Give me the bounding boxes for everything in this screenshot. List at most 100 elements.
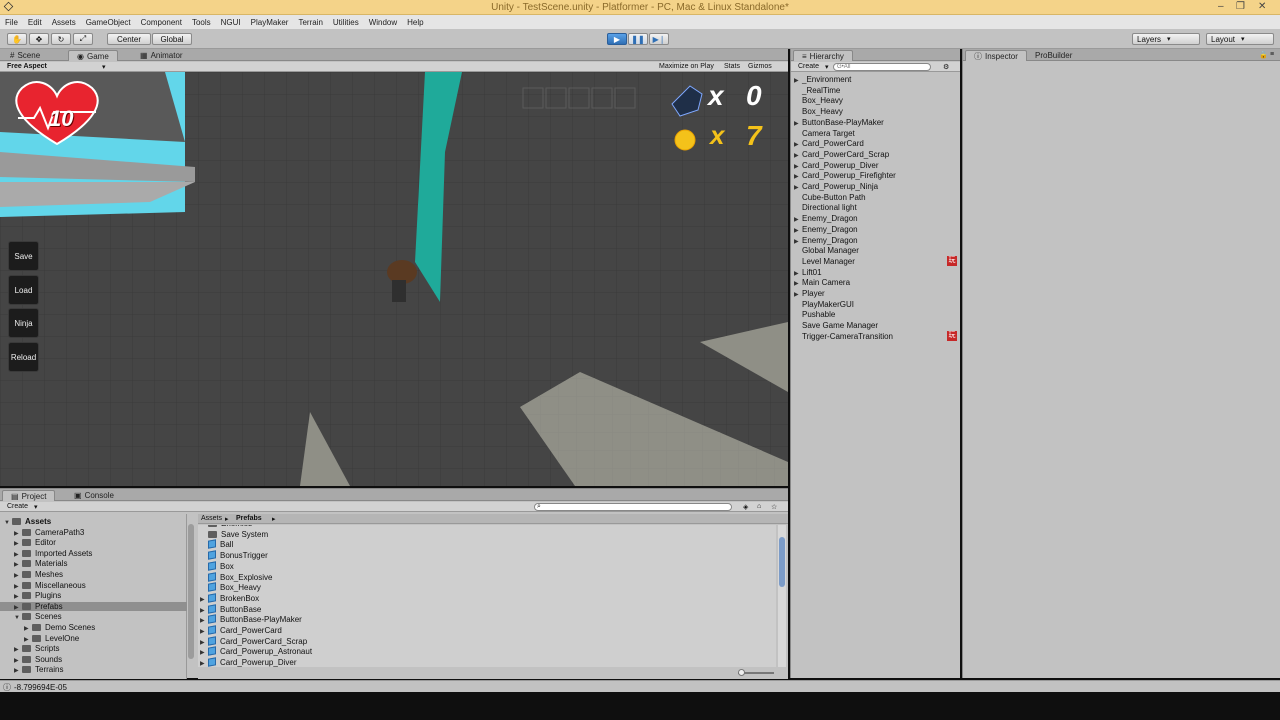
folder-item[interactable]: ▶ Sounds [0, 655, 187, 664]
expand-arrow-icon[interactable]: ▶ [794, 270, 802, 277]
tab-inspector[interactable]: ⓘ Inspector [965, 50, 1027, 61]
asset-item[interactable]: Box [200, 561, 234, 571]
tab-probuilder[interactable]: ProBuilder [1027, 50, 1080, 61]
hand-tool-icon[interactable]: ✋ [7, 33, 27, 45]
hierarchy-item[interactable]: Box_Heavy [794, 96, 843, 105]
folder-scrollbar[interactable] [188, 524, 194, 659]
collapsed-arrow-icon[interactable]: ▶ [14, 646, 22, 653]
collapsed-arrow-icon[interactable]: ▶ [14, 583, 22, 590]
collapsed-arrow-icon[interactable]: ▶ [24, 625, 32, 632]
expand-arrow-icon[interactable]: ▶ [794, 77, 802, 84]
hierarchy-item[interactable]: ▶ Card_Powerup_Firefighter [794, 171, 896, 180]
expand-arrow-icon[interactable]: ▶ [794, 152, 802, 159]
menu-ngui[interactable]: NGUI [221, 18, 241, 27]
folder-item[interactable]: ▶ Materials [0, 559, 187, 568]
inspector-menu-icon[interactable]: ≡ [1270, 51, 1274, 59]
hierarchy-item[interactable]: ▶ Card_Powerup_Diver [794, 161, 878, 170]
expand-arrow-icon[interactable]: ▶ [794, 120, 802, 127]
asset-item[interactable]: Ball [200, 539, 233, 549]
pivot-center-button[interactable]: Center [107, 33, 151, 45]
hierarchy-item[interactable]: Save Game Manager [794, 321, 878, 330]
expand-arrow-icon[interactable]: ▶ [794, 216, 802, 223]
asset-item[interactable]: Save System [200, 530, 268, 539]
playmaker-fsm-icon[interactable]: 玩 [947, 255, 957, 266]
status-message[interactable]: -8.799694E-05 [14, 683, 67, 692]
menu-tools[interactable]: Tools [192, 18, 211, 27]
hierarchy-search-input[interactable] [833, 63, 931, 71]
collapsed-arrow-icon[interactable]: ▶ [24, 636, 32, 643]
expand-arrow-icon[interactable]: ▶ [794, 227, 802, 234]
expand-arrow-icon[interactable]: ▶ [794, 291, 802, 298]
step-button[interactable]: ▶❘ [649, 33, 669, 45]
folder-item[interactable]: ▶ LevelOne [0, 634, 187, 643]
collapsed-arrow-icon[interactable]: ▶ [14, 667, 22, 674]
collapsed-arrow-icon[interactable]: ▶ [14, 530, 22, 537]
folder-item[interactable]: ▶ Plugins [0, 591, 187, 600]
load-button[interactable]: Load [8, 275, 39, 305]
expand-arrow-icon[interactable]: ▶ [794, 173, 802, 180]
expanded-arrow-icon[interactable]: ▼ [4, 520, 12, 526]
asset-item[interactable]: ▶ Card_PowerCard_Scrap [200, 635, 307, 646]
layers-dropdown[interactable]: Layers [1132, 33, 1200, 45]
asset-scroll-thumb[interactable] [779, 537, 785, 587]
minimize-icon[interactable]: – [1218, 1, 1224, 12]
tab-game[interactable]: ◉ Game [68, 50, 118, 61]
filter-label-icon[interactable]: ⌂ [757, 503, 761, 511]
collapsed-arrow-icon[interactable]: ▶ [14, 604, 22, 611]
folder-item[interactable]: ▶ Demo Scenes [0, 623, 187, 632]
playmaker-fsm-icon[interactable]: 玩 [947, 330, 957, 341]
filter-type-icon[interactable]: ◈ [743, 503, 748, 511]
asset-expand-arrow-icon[interactable]: ▶ [200, 639, 208, 646]
space-global-button[interactable]: Global [152, 33, 192, 45]
maximize-icon[interactable]: ❐ [1236, 1, 1245, 12]
gizmos-dropdown[interactable]: Gizmos [748, 63, 772, 71]
tab-hierarchy[interactable]: ≡ Hierarchy [793, 50, 853, 61]
folder-item[interactable]: ▶ Prefabs [0, 601, 187, 611]
tab-console[interactable]: ▣ Console [66, 490, 122, 501]
hierarchy-item[interactable]: Box_Heavy [794, 107, 843, 116]
hierarchy-item[interactable]: ▶ _Environment [794, 75, 851, 84]
menu-component[interactable]: Component [141, 18, 182, 27]
tab-animator[interactable]: ▦ Animator [132, 50, 191, 61]
menu-assets[interactable]: Assets [52, 18, 76, 27]
asset-expand-arrow-icon[interactable]: ▶ [200, 617, 208, 624]
folder-item[interactable]: ▼ Assets [0, 517, 187, 526]
asset-item[interactable]: ▶ Card_Powerup_Diver [200, 657, 296, 667]
expand-arrow-icon[interactable]: ▶ [794, 280, 802, 287]
hierarchy-item[interactable]: ▶ ButtonBase-PlayMaker [794, 118, 884, 127]
asset-item[interactable]: Enemies [200, 525, 252, 528]
hierarchy-item[interactable]: ▶ Card_PowerCard_Scrap [794, 150, 889, 159]
hierarchy-item[interactable]: Global Manager [794, 246, 859, 255]
menu-help[interactable]: Help [407, 18, 423, 27]
hierarchy-item[interactable]: ▶ Enemy_Dragon [794, 214, 858, 223]
collapsed-arrow-icon[interactable]: ▶ [14, 551, 22, 558]
collapsed-arrow-icon[interactable]: ▶ [14, 593, 22, 600]
folder-item[interactable]: ▶ Editor [0, 538, 187, 547]
asset-item[interactable]: ▶ Card_Powerup_Astronaut [200, 646, 312, 656]
asset-item[interactable]: Box_Explosive [200, 571, 272, 582]
folder-item[interactable]: ▼ Scenes [0, 612, 187, 621]
asset-item[interactable]: ▶ BrokenBox [200, 593, 259, 603]
asset-item[interactable]: Box_Heavy [200, 582, 261, 592]
hierarchy-item[interactable]: ▶ Player [794, 289, 825, 298]
hierarchy-create-arrow-icon[interactable]: ▾ [825, 63, 829, 71]
hierarchy-item[interactable]: ▶ Enemy_Dragon [794, 225, 858, 234]
close-icon[interactable]: ✕ [1258, 1, 1266, 12]
asset-item[interactable]: BonusTrigger [200, 550, 268, 560]
folder-item[interactable]: ▶ Miscellaneous [0, 581, 187, 590]
aspect-dropdown-arrow-icon[interactable]: ▾ [102, 63, 106, 71]
hierarchy-item[interactable]: Directional light [794, 203, 857, 212]
collapsed-arrow-icon[interactable]: ▶ [14, 540, 22, 547]
rotate-tool-icon[interactable]: ↻ [51, 33, 71, 45]
project-create-button[interactable]: Create [7, 503, 28, 511]
favorite-star-icon[interactable]: ☆ [771, 503, 777, 511]
hierarchy-item[interactable]: ▶ Card_Powerup_Ninja [794, 182, 878, 191]
collapsed-arrow-icon[interactable]: ▶ [14, 657, 22, 664]
hierarchy-options-icon[interactable]: ⚙ [943, 63, 949, 71]
expand-arrow-icon[interactable]: ▶ [794, 238, 802, 245]
folder-item[interactable]: ▶ Scripts [0, 644, 187, 653]
menu-playmaker[interactable]: PlayMaker [251, 18, 289, 27]
icon-size-slider-handle[interactable] [738, 669, 745, 676]
save-button[interactable]: Save [8, 241, 39, 271]
hierarchy-item[interactable]: Pushable [794, 310, 835, 319]
